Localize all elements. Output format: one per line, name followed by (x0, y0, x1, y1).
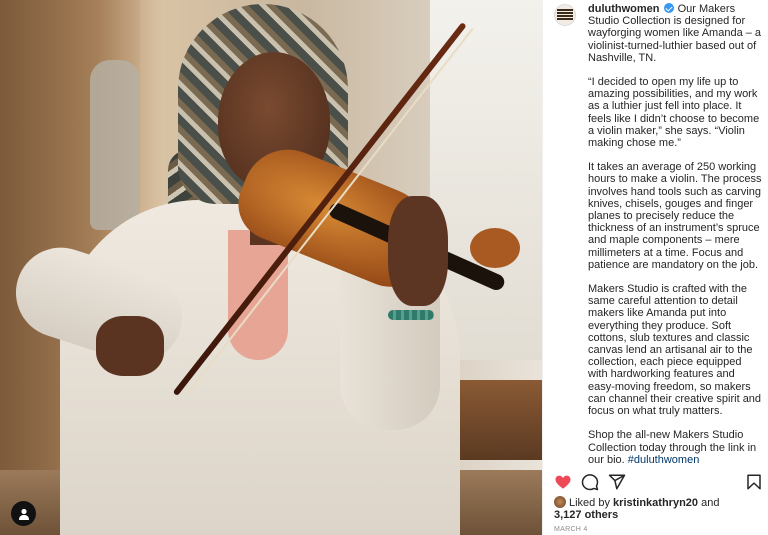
liker-avatar[interactable] (554, 496, 566, 508)
caption-paragraph-process: It takes an average of 250 working hours… (588, 161, 762, 271)
liker-username-link[interactable]: kristinkathryn20 (613, 497, 698, 509)
avatar[interactable] (554, 4, 576, 26)
likes-summary: Liked by kristinkathryn20 and 3,127 othe… (554, 496, 764, 521)
caption-paragraph-shop: Shop the all-new Makers Studio Collectio… (588, 429, 764, 463)
hashtag-link[interactable]: #duluthwomen (628, 454, 700, 463)
violin-scroll (470, 228, 520, 268)
action-bar (554, 473, 764, 493)
caption-paragraph-quote: “I decided to open my life up to amazing… (588, 76, 760, 150)
username-link[interactable]: duluthwomen (588, 3, 660, 15)
comment-bubble-icon[interactable] (581, 473, 599, 491)
brand-logo-icon (557, 9, 573, 21)
user-icon (18, 508, 29, 520)
caption-paragraph-collection: Makers Studio is crafted with the same c… (588, 283, 762, 418)
likes-count-link[interactable]: 3,127 others (554, 509, 618, 521)
left-hand (96, 316, 164, 376)
heart-icon-filled[interactable] (554, 473, 572, 491)
pink-shirt (228, 230, 288, 360)
post-date[interactable]: MARCH 4 (554, 526, 588, 533)
post-sidebar: duluthwomen Our Makers Studio Collection… (542, 0, 768, 535)
paper-plane-icon[interactable] (608, 473, 626, 491)
likes-and: and (701, 497, 720, 509)
tagged-users-button[interactable] (11, 501, 36, 526)
right-hand (388, 196, 448, 306)
bookmark-icon[interactable] (745, 473, 763, 491)
liked-by-prefix: Liked by (569, 497, 610, 509)
post-image[interactable] (0, 0, 542, 535)
woman-playing-violin (0, 0, 542, 535)
beaded-bracelet (388, 310, 434, 320)
caption-intro: duluthwomen Our Makers Studio Collection… (588, 3, 764, 64)
caption-area[interactable]: duluthwomen Our Makers Studio Collection… (554, 3, 764, 463)
verified-badge-icon (663, 3, 674, 13)
